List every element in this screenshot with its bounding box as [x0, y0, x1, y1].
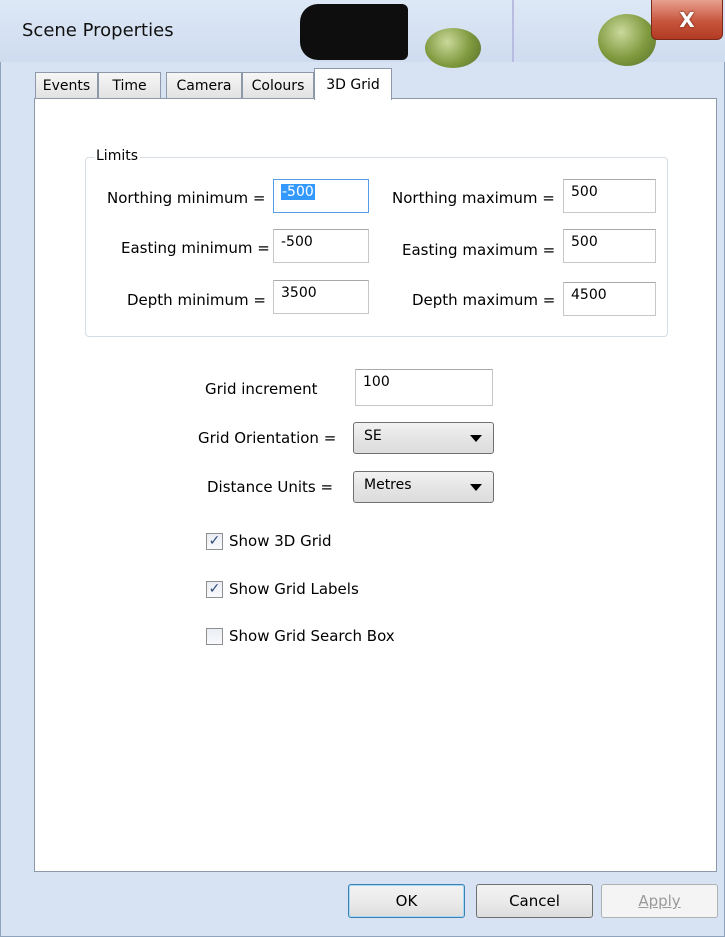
- checkbox-unchecked-icon: [206, 627, 223, 645]
- checkbox-label: Show Grid Labels: [229, 580, 359, 598]
- easting-min-input[interactable]: -500: [273, 229, 369, 263]
- close-button[interactable]: X: [651, 0, 723, 40]
- background-object: [300, 4, 408, 60]
- limits-group-title: Limits: [94, 148, 140, 164]
- cancel-button[interactable]: Cancel: [476, 884, 593, 918]
- grid-orientation-select[interactable]: SE: [353, 422, 494, 454]
- distance-units-select[interactable]: Metres: [353, 471, 494, 503]
- checkbox-label: Show Grid Search Box: [229, 627, 395, 645]
- tab-camera[interactable]: Camera: [166, 72, 242, 98]
- scene-properties-dialog: Scene Properties X Events Time Camera Co…: [0, 0, 725, 937]
- grid-increment-label: Grid increment: [205, 380, 318, 398]
- ok-label: OK: [395, 892, 418, 910]
- distance-units-value: Metres: [364, 477, 412, 493]
- cancel-label: Cancel: [509, 892, 560, 910]
- background-line: [512, 0, 514, 62]
- checkbox-checked-icon: ✓: [206, 532, 223, 550]
- checkbox-checked-icon: ✓: [206, 580, 223, 598]
- depth-max-value: 4500: [571, 287, 607, 303]
- northing-min-label: Northing minimum =: [107, 189, 266, 207]
- easting-min-value: -500: [281, 234, 313, 250]
- show-grid-labels-checkbox[interactable]: ✓ Show Grid Labels: [206, 580, 359, 598]
- tab-3d-grid[interactable]: 3D Grid: [314, 68, 392, 100]
- depth-min-label: Depth minimum =: [127, 291, 266, 309]
- northing-max-value: 500: [571, 184, 598, 200]
- northing-max-label: Northing maximum =: [392, 189, 555, 207]
- show-grid-search-box-checkbox[interactable]: Show Grid Search Box: [206, 627, 395, 645]
- title-bar[interactable]: Scene Properties X: [0, 0, 725, 68]
- grid-increment-input[interactable]: 100: [355, 369, 493, 406]
- depth-max-input[interactable]: 4500: [563, 282, 656, 316]
- show-3d-grid-checkbox[interactable]: ✓ Show 3D Grid: [206, 532, 332, 550]
- northing-max-input[interactable]: 500: [563, 179, 656, 213]
- window-title: Scene Properties: [22, 20, 174, 41]
- background-sphere: [425, 28, 481, 68]
- chevron-down-icon: [470, 484, 482, 491]
- easting-max-input[interactable]: 500: [563, 229, 656, 263]
- checkbox-label: Show 3D Grid: [229, 532, 332, 550]
- depth-min-value: 3500: [281, 285, 317, 301]
- grid-orientation-label: Grid Orientation =: [198, 429, 337, 447]
- close-icon: X: [679, 7, 695, 32]
- northing-min-value: -500: [281, 184, 315, 200]
- tab-colours[interactable]: Colours: [242, 72, 314, 98]
- ok-button[interactable]: OK: [348, 884, 465, 918]
- depth-max-label: Depth maximum =: [412, 291, 556, 309]
- grid-increment-value: 100: [363, 374, 390, 390]
- easting-min-label: Easting minimum =: [121, 239, 270, 257]
- depth-min-input[interactable]: 3500: [273, 280, 369, 314]
- tab-label: 3D Grid: [326, 76, 380, 93]
- distance-units-label: Distance Units =: [207, 478, 334, 496]
- apply-label: Apply: [638, 892, 681, 910]
- tab-time[interactable]: Time: [98, 72, 161, 98]
- northing-min-input[interactable]: -500: [273, 179, 369, 213]
- tab-label: Time: [112, 77, 147, 94]
- tab-label: Events: [42, 77, 91, 94]
- grid-orientation-value: SE: [364, 428, 382, 444]
- chevron-down-icon: [470, 435, 482, 442]
- easting-max-label: Easting maximum =: [402, 241, 556, 259]
- background-sphere: [598, 14, 656, 66]
- easting-max-value: 500: [571, 234, 598, 250]
- tab-label: Camera: [176, 77, 232, 94]
- tab-label: Colours: [251, 77, 305, 94]
- tab-panel-3d-grid: Limits Northing minimum = -500 Northing …: [34, 98, 717, 872]
- apply-button[interactable]: Apply: [601, 884, 718, 918]
- tab-events[interactable]: Events: [35, 72, 98, 98]
